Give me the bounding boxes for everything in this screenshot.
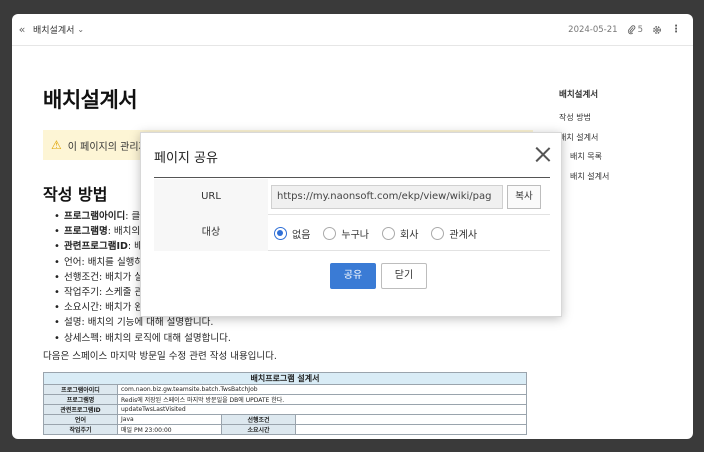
- table-row: 관련프로그램ID updateTwsLastVisited: [43, 404, 527, 415]
- radio-button[interactable]: [431, 226, 445, 240]
- table-row: 배치프로그램 설계서: [43, 372, 527, 385]
- toc-item[interactable]: 작성 방법: [559, 112, 609, 123]
- radio-none[interactable]: 없음: [274, 226, 310, 241]
- target-radio-group: 없음 누구나 회사 관계사: [274, 215, 490, 251]
- top-bar: « 배치설계서 ⌄ 2024-05-21 5 ⋮: [12, 14, 693, 46]
- radio-button[interactable]: [323, 226, 337, 240]
- more-menu-icon[interactable]: ⋮: [671, 24, 681, 35]
- copy-button[interactable]: 복사: [507, 185, 541, 209]
- radio-anyone[interactable]: 누구나: [323, 226, 369, 241]
- breadcrumb[interactable]: 배치설계서: [33, 23, 74, 36]
- target-row: 대상 없음 누구나 회사 관계사: [154, 215, 550, 251]
- table-title: 배치프로그램 설계서: [43, 372, 527, 385]
- page-title: 배치설계서: [43, 88, 138, 112]
- toc-item[interactable]: 배치 설계서: [559, 132, 609, 143]
- chevron-down-icon[interactable]: ⌄: [77, 25, 84, 34]
- warning-text: 이 페이지의 관리자: [67, 141, 148, 153]
- table-of-contents: 배치설계서 작성 방법 배치 설계서 배치 목록 배치 설계서: [559, 88, 609, 190]
- radio-button[interactable]: [382, 226, 396, 240]
- radio-button-selected[interactable]: [274, 226, 287, 240]
- table-row: 언어 Java 선행조건: [43, 414, 527, 425]
- table-row: 프로그램아이디 com.naon.biz.gw.teamsite.batch.Tw…: [43, 384, 527, 395]
- share-button[interactable]: 공유: [330, 263, 376, 289]
- paragraph: 다음은 스페이스 마지막 방문일 수정 관련 작성 내용입니다.: [43, 351, 277, 362]
- share-page-dialog: 페이지 공유 URL https://my.naonsoft.com/ekp/v…: [140, 132, 562, 317]
- url-label: URL: [154, 179, 268, 215]
- close-button[interactable]: 닫기: [381, 263, 427, 289]
- close-icon[interactable]: [534, 145, 552, 163]
- radio-affiliate[interactable]: 관계사: [431, 226, 477, 241]
- attachments-button[interactable]: 5: [627, 25, 643, 35]
- toc-item[interactable]: 배치 목록: [559, 151, 609, 162]
- attachments-count: 5: [637, 24, 643, 35]
- url-row: URL https://my.naonsoft.com/ekp/view/wik…: [154, 179, 550, 215]
- section-heading: 작성 방법: [43, 185, 108, 204]
- list-item: 설명: 배치의 기능에 대해 설명합니다.: [54, 315, 231, 330]
- app-window: « 배치설계서 ⌄ 2024-05-21 5 ⋮ 배치설계서 ⚠ 이 페이지의 …: [12, 14, 693, 439]
- url-field[interactable]: https://my.naonsoft.com/ekp/view/wiki/pa…: [271, 185, 503, 209]
- table-row: 프로그램명 Redis에 저장된 스페이스 마지막 방문일을 DB에 UPDATE…: [43, 394, 527, 405]
- target-label: 대상: [154, 215, 268, 251]
- gear-icon[interactable]: [652, 25, 662, 35]
- warning-icon: ⚠: [51, 138, 62, 152]
- dialog-title: 페이지 공유: [154, 151, 218, 166]
- design-table: 배치프로그램 설계서 프로그램아이디 com.naon.biz.gw.teamsi…: [43, 372, 527, 435]
- divider: [154, 177, 550, 178]
- toc-item[interactable]: 배치 설계서: [559, 171, 609, 182]
- updated-date: 2024-05-21: [568, 24, 618, 35]
- radio-company[interactable]: 회사: [382, 226, 418, 241]
- collapse-sidebar-icon[interactable]: «: [13, 23, 31, 36]
- toc-title[interactable]: 배치설계서: [559, 88, 609, 100]
- table-row: 작업주기 매일 PM 23:00:00 소요시간: [43, 424, 527, 435]
- list-item: 상세스펙: 배치의 로직에 대해 설명합니다.: [54, 331, 231, 346]
- paperclip-icon: [627, 24, 635, 34]
